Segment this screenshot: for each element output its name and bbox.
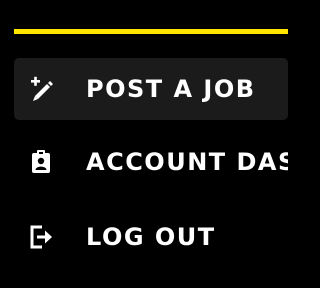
logout-icon: [30, 225, 52, 249]
edit-plus-icon: [31, 76, 53, 101]
menu-item-log-out[interactable]: LOG OUT: [14, 206, 288, 268]
menu-item-account-dashboard[interactable]: ACCOUNT DAS: [14, 131, 288, 193]
menu-item-post-a-job[interactable]: POST A JOB: [14, 58, 288, 120]
id-badge-icon: [32, 150, 50, 173]
account-menu: POST A JOB ACCOUNT DAS LOG OUT: [0, 0, 288, 288]
menu-item-label: LOG OUT: [86, 223, 216, 251]
menu-item-label: POST A JOB: [86, 75, 256, 103]
menu-item-label: ACCOUNT DAS: [86, 148, 288, 176]
